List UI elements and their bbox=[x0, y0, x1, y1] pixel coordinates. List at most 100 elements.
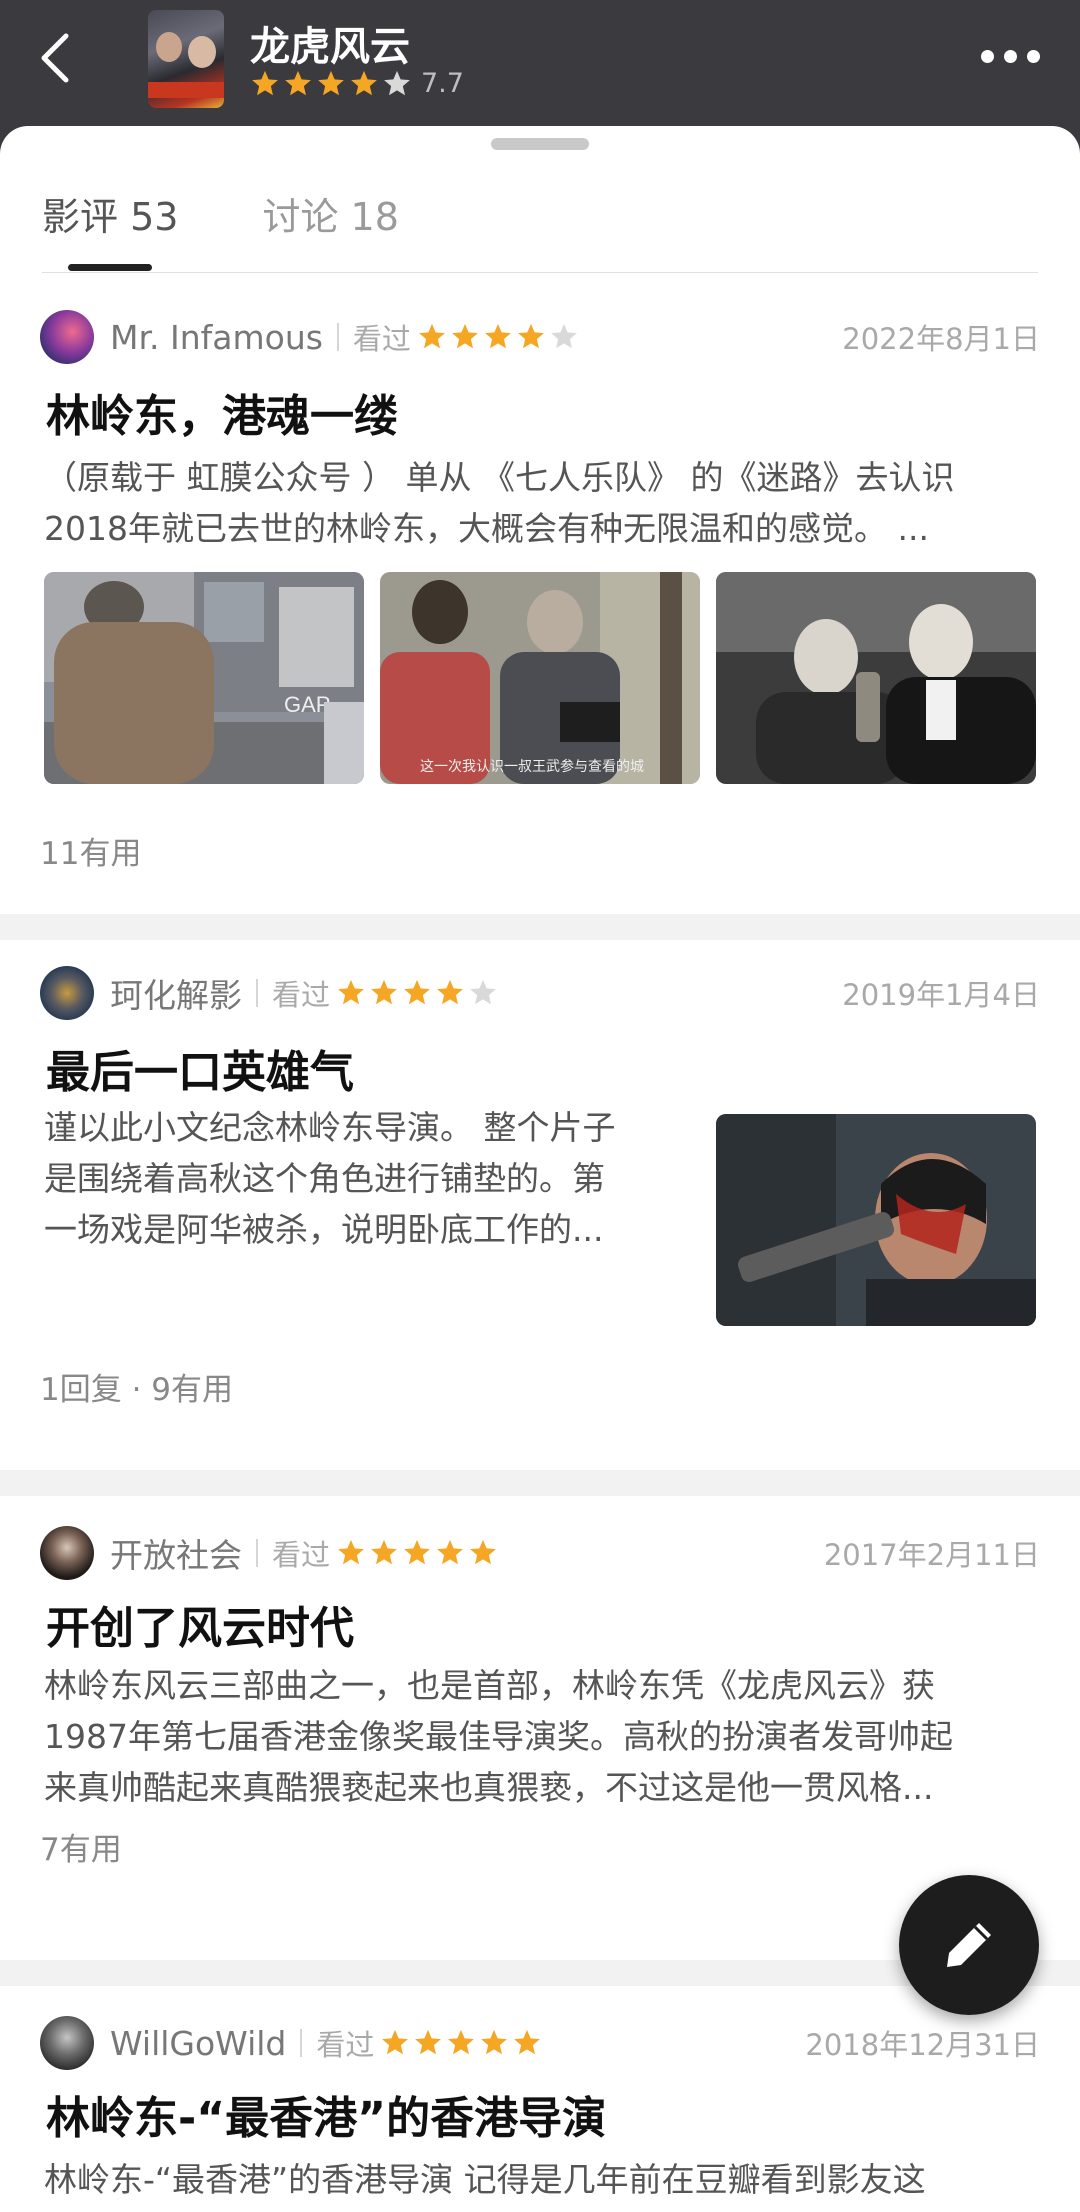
star-empty-icon bbox=[551, 323, 577, 349]
star-filled-icon bbox=[285, 70, 311, 95]
star-filled-icon bbox=[470, 1539, 496, 1565]
excerpt-line: 谨以此小文纪念林岭东导演。 整个片子 bbox=[44, 1108, 616, 1147]
excerpt-line: 一场戏是阿华被杀，说明卧底工作的... bbox=[44, 1210, 604, 1249]
write-review-button[interactable] bbox=[899, 1875, 1039, 2015]
reply-and-helpful-count[interactable]: 1回复 · 9有用 bbox=[40, 1364, 233, 1409]
helpful-count[interactable]: 11有用 bbox=[40, 828, 141, 873]
tabs-divider bbox=[42, 272, 1038, 273]
divider bbox=[256, 1539, 258, 1567]
review-card[interactable]: 开放社会 看过 2017年2月11日 开创了风云时代 林岭东风云三部曲之一，也是… bbox=[0, 1496, 1080, 1956]
username[interactable]: Mr. Infamous bbox=[110, 318, 323, 357]
watch-status: 看过 bbox=[272, 978, 331, 1012]
star-filled-icon bbox=[514, 2029, 541, 2055]
svg-text:GAP: GAP bbox=[284, 692, 330, 717]
star-filled-icon bbox=[437, 1539, 463, 1565]
star-filled-icon bbox=[351, 70, 377, 95]
review-image[interactable]: 这一次我认识一叔王武参与查看的城 bbox=[380, 572, 700, 784]
movie-title[interactable]: 龙虎风云 bbox=[250, 14, 410, 72]
username[interactable]: 珂化解影 bbox=[110, 969, 242, 1017]
excerpt-line: 林岭东风云三部曲之一，也是首部，林岭东凭《龙虎风云》获 bbox=[44, 1666, 935, 1705]
review-stars bbox=[417, 322, 582, 352]
review-image[interactable]: GAP bbox=[44, 572, 364, 784]
star-empty-icon bbox=[384, 70, 410, 95]
review-date: 2019年1月4日 bbox=[842, 978, 1040, 1012]
card-separator bbox=[0, 1470, 1080, 1496]
rating-stars bbox=[250, 69, 415, 99]
divider bbox=[256, 979, 258, 1007]
star-filled-icon bbox=[481, 2029, 508, 2055]
star-filled-icon bbox=[448, 2029, 475, 2055]
divider bbox=[300, 2029, 303, 2057]
back-chevron-icon[interactable] bbox=[30, 28, 90, 88]
star-filled-icon bbox=[371, 979, 397, 1005]
star-filled-icon bbox=[338, 979, 364, 1005]
star-filled-icon bbox=[404, 1539, 430, 1565]
sheet-drag-handle[interactable] bbox=[491, 138, 589, 150]
review-image[interactable] bbox=[716, 1114, 1036, 1326]
movie-rating: 7.7 bbox=[250, 68, 464, 99]
top-bar: 龙虎风云 7.7 bbox=[0, 0, 1080, 128]
user-avatar[interactable] bbox=[40, 2016, 94, 2070]
review-excerpt[interactable]: （原载于 虹膜公众号 ） 单从 《七人乐队》 的《迷路》去认识 2018年就已去… bbox=[44, 452, 1044, 554]
star-filled-icon bbox=[452, 323, 478, 349]
pencil-icon bbox=[947, 1923, 991, 1967]
star-filled-icon bbox=[252, 70, 278, 95]
divider bbox=[336, 323, 339, 351]
watch-status: 看过 bbox=[272, 1538, 331, 1572]
review-stars bbox=[336, 1538, 501, 1568]
more-options-icon[interactable] bbox=[981, 50, 1040, 63]
tab-reviews[interactable]: 影评 53 bbox=[42, 186, 178, 241]
review-title[interactable]: 最后一口英雄气 bbox=[46, 1036, 354, 1100]
rating-value: 7.7 bbox=[421, 68, 464, 99]
active-tab-indicator bbox=[68, 264, 152, 271]
star-filled-icon bbox=[437, 979, 463, 1005]
review-date: 2018年12月31日 bbox=[805, 2028, 1040, 2062]
user-avatar[interactable] bbox=[40, 1526, 94, 1580]
excerpt-line: 来真帅酷起来真酷猥亵起来也真猥亵，不过这是他一贯风格... bbox=[44, 1768, 934, 1807]
review-stars bbox=[336, 978, 501, 1008]
excerpt-line: 林岭东-“最香港”的香港导演 记得是几年前在豆瓣看到影友这 bbox=[44, 2160, 926, 2199]
excerpt-line: （原载于 虹膜公众号 ） 单从 《七人乐队》 的《迷路》去认识 bbox=[44, 458, 955, 497]
star-filled-icon bbox=[338, 1539, 364, 1565]
review-image[interactable] bbox=[716, 572, 1036, 784]
tab-discussions[interactable]: 讨论 18 bbox=[262, 186, 398, 241]
review-excerpt[interactable]: 谨以此小文纪念林岭东导演。 整个片子 是围绕着高秋这个角色进行铺垫的。第 一场戏… bbox=[44, 1102, 684, 1255]
review-stars bbox=[380, 2028, 545, 2058]
review-date: 2017年2月11日 bbox=[823, 1538, 1040, 1572]
review-images: GAP 这一次我认识一叔王武参与查看的城 bbox=[44, 572, 1036, 784]
star-filled-icon bbox=[382, 2029, 409, 2055]
watch-status: 看过 bbox=[316, 2028, 375, 2062]
star-filled-icon bbox=[318, 70, 344, 95]
review-card[interactable]: 珂化解影 看过 2019年1月4日 最后一口英雄气 谨以此小文纪念林岭东导演。 … bbox=[0, 940, 1080, 1460]
watch-status: 看过 bbox=[352, 322, 411, 356]
user-avatar[interactable] bbox=[40, 966, 94, 1020]
movie-poster-thumbnail[interactable] bbox=[148, 10, 224, 108]
user-avatar[interactable] bbox=[40, 310, 94, 364]
review-meta: 珂化解影 看过 2019年1月4日 bbox=[40, 966, 1040, 1020]
excerpt-line: 1987年第七届香港金像奖最佳导演奖。高秋的扮演者发哥帅起 bbox=[44, 1717, 953, 1756]
card-separator bbox=[0, 914, 1080, 940]
star-filled-icon bbox=[415, 2029, 442, 2055]
star-filled-icon bbox=[404, 979, 430, 1005]
review-title[interactable]: 林岭东，港魂一缕 bbox=[46, 380, 398, 444]
helpful-count[interactable]: 7有用 bbox=[40, 1824, 122, 1869]
username[interactable]: 开放社会 bbox=[110, 1529, 242, 1577]
review-excerpt[interactable]: 林岭东-“最香港”的香港导演 记得是几年前在豆瓣看到影友这 bbox=[44, 2154, 1044, 2205]
star-filled-icon bbox=[371, 1539, 397, 1565]
star-empty-icon bbox=[470, 979, 496, 1005]
review-excerpt[interactable]: 林岭东风云三部曲之一，也是首部，林岭东凭《龙虎风云》获 1987年第七届香港金像… bbox=[44, 1660, 1044, 1813]
review-meta: Mr. Infamous 看过 2022年8月1日 bbox=[40, 310, 1040, 364]
star-filled-icon bbox=[518, 323, 544, 349]
review-card[interactable]: WillGoWild 看过 2018年12月31日 林岭东-“最香港”的香港导演… bbox=[0, 1986, 1080, 2212]
excerpt-line: 2018年就已去世的林岭东，大概会有种无限温和的感觉。 ... bbox=[44, 509, 929, 548]
review-meta: WillGoWild 看过 2018年12月31日 bbox=[40, 2016, 1040, 2070]
review-date: 2022年8月1日 bbox=[842, 322, 1040, 356]
star-filled-icon bbox=[419, 323, 445, 349]
review-meta: 开放社会 看过 2017年2月11日 bbox=[40, 1526, 1040, 1580]
review-title[interactable]: 林岭东-“最香港”的香港导演 bbox=[46, 2082, 606, 2146]
review-title[interactable]: 开创了风云时代 bbox=[46, 1592, 354, 1656]
star-filled-icon bbox=[485, 323, 511, 349]
tab-bar: 影评 53 讨论 18 bbox=[42, 186, 399, 241]
excerpt-line: 是围绕着高秋这个角色进行铺垫的。第 bbox=[44, 1159, 605, 1198]
username[interactable]: WillGoWild bbox=[110, 2024, 286, 2063]
